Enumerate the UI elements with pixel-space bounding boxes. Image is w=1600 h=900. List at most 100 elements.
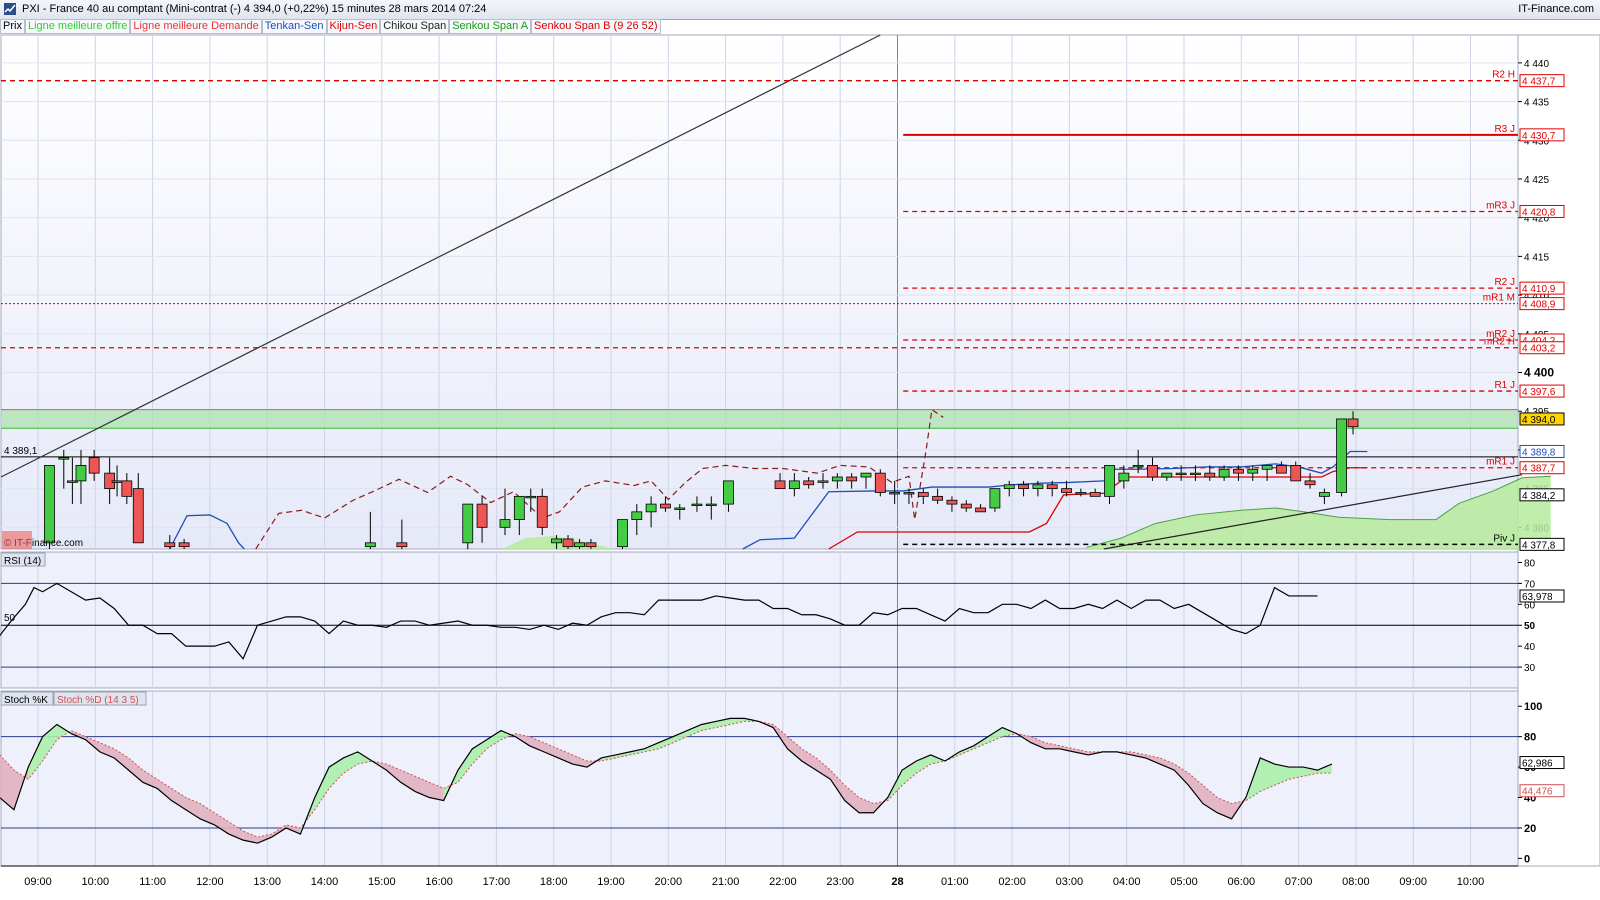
x-tick-label: 01:00 [941,876,969,888]
pivot-label-6: mR2 H [1484,337,1515,348]
candle-body-18 [536,495,548,528]
x-tick-label: 04:00 [1113,876,1141,888]
price-chart[interactable]: 09:00 10:00 11:00 12:00 13:00 14:00 15:00 16:00… [0,0,1600,900]
candle-body-64 [1247,468,1259,474]
candle-body-10 [178,542,190,548]
y-tick-label: 4 435 [1524,98,1549,109]
pivot-label-8: mR1 J [1486,457,1515,468]
candle-body-13 [462,503,474,544]
candle-body-21 [574,542,585,548]
candle-body-45 [975,507,986,513]
candle-body-69 [1318,492,1330,497]
candle-body-37 [860,472,872,478]
stoch-d-last-value: 44,476 [1522,787,1553,798]
candle-body-55 [1118,472,1130,482]
candle-body-66 [1276,464,1287,474]
candle-body-63 [1233,468,1244,474]
x-tick-label: 20:00 [655,876,683,888]
candle-body-11 [364,542,376,548]
y-tick-label: 4 425 [1524,175,1549,186]
y-tick-label: 4 440 [1524,59,1549,70]
pivot-label-0: R2 H [1492,70,1515,81]
pivot-value-4: 4 408,9 [1522,300,1556,311]
candle-body-49 [1032,484,1044,490]
rsi-ref-label: 50 [4,613,16,624]
x-tick-label: 09:00 [1399,876,1427,888]
candle-body-52 [1075,492,1087,495]
stoch-y-tick-label: 100 [1524,701,1542,713]
pivot-label-9: Piv J [1493,533,1515,544]
candle-body-29 [705,503,717,507]
x-tick-label: 03:00 [1056,876,1084,888]
x-tick-label: 28 [891,876,903,888]
candle-body-47 [1003,484,1015,490]
candle-body-35 [831,476,843,482]
pivot-label-7: R1 J [1494,380,1515,391]
x-tick-label: 17:00 [483,876,511,888]
pivot-value-8: 4 387,7 [1522,464,1556,475]
pivot-label-4: mR1 M [1483,293,1515,304]
candle-body-7 [121,480,133,497]
candle-body-24 [631,511,643,520]
pivot-label-3: R2 J [1494,277,1515,288]
candle-body-25 [645,503,657,513]
rsi-y-tick-label: 30 [1524,663,1536,674]
x-tick-label: 22:00 [769,876,797,888]
rsi-last-value: 63,978 [1522,592,1553,603]
pivot-label-2: mR3 J [1486,200,1515,211]
candle-body-33 [803,480,815,486]
candle-body-31 [774,480,786,490]
x-tick-label: 11:00 [139,876,166,888]
candle-body-28 [691,503,703,507]
candle-body-6 [111,480,123,483]
candle-body-46 [989,488,1001,509]
pivot-value-0: 4 437,7 [1522,77,1556,88]
candle-body-22 [585,542,597,548]
candle-body-30 [723,480,734,505]
candle-body-65 [1261,464,1273,470]
x-tick-label: 18:00 [540,876,568,888]
rsi-panel [0,551,1519,689]
candle-body-48 [1018,484,1029,490]
x-tick-label: 14:00 [311,876,339,888]
stoch-k-panel-label: Stoch %K [4,695,48,706]
stoch-y-tick-label: 80 [1524,732,1536,744]
x-tick-label: 23:00 [826,876,854,888]
volume-marker [2,531,32,549]
stoch-k-last-value: 62,986 [1522,759,1553,770]
candle-body-70 [1336,418,1347,493]
rsi-y-tick-label: 80 [1524,558,1536,569]
candle-body-20 [562,538,574,548]
x-tick-label: 07:00 [1285,876,1313,888]
candle-body-17 [525,495,537,499]
candle-body-23 [617,519,628,548]
x-tick-label: 13:00 [253,876,281,888]
y-tick-label: 4 415 [1524,252,1549,263]
rsi-panel-label: RSI (14) [4,556,41,567]
candle-body-62 [1218,468,1230,478]
x-tick-label: 10:00 [1457,876,1485,888]
x-tick-label: 05:00 [1170,876,1198,888]
candle-body-50 [1046,484,1058,490]
candle-body-39 [889,492,901,495]
bid-ask-band [1,409,1518,429]
pivot-value-9: 4 377,8 [1522,540,1556,551]
pivot-value-1: 4 430,7 [1522,131,1556,142]
candle-body-38 [874,472,886,493]
stoch-y-tick-label: 0 [1524,853,1530,865]
candle-body-19 [551,538,562,544]
y-tick-label: 4 400 [1524,366,1554,380]
candle-body-59 [1175,472,1187,476]
candle-body-9 [164,542,176,548]
candle-body-68 [1304,480,1316,486]
candle-body-8 [132,488,144,544]
candle-body-4 [88,457,100,474]
candle-body-54 [1104,464,1115,497]
rsi-y-tick-label: 50 [1524,621,1536,632]
candle-body-56 [1132,464,1144,468]
candle-body-32 [788,480,800,490]
stoch-d-panel-label: Stoch %D (14 3 5) [57,695,139,706]
reference-price-label: 4 389,1 [4,446,38,457]
x-tick-label: 08:00 [1342,876,1370,888]
stoch-y-tick-label: 20 [1524,823,1536,835]
